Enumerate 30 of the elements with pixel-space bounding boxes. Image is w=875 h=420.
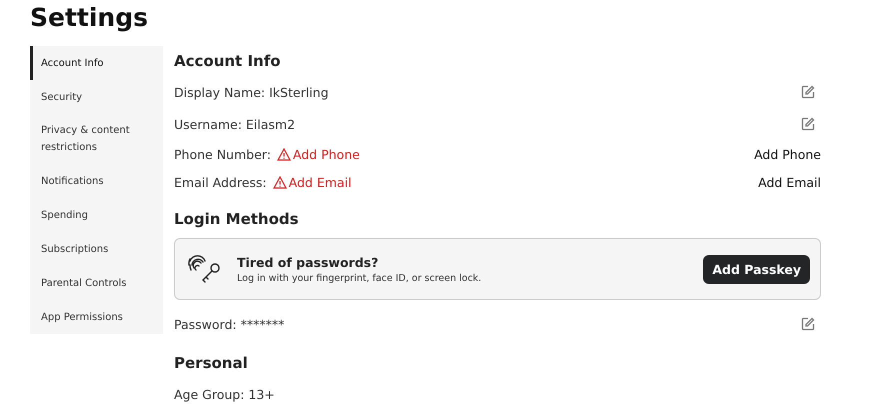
field-label: Phone Number: xyxy=(174,146,271,162)
sidebar-item[interactable]: Subscriptions xyxy=(30,232,163,266)
sidebar-item[interactable]: Account Info xyxy=(30,46,163,80)
add-passkey-button[interactable]: Add Passkey xyxy=(703,254,810,284)
passkey-title: Tired of passwords? xyxy=(237,254,380,270)
missing-warning: Add Email xyxy=(272,174,352,190)
warning-icon xyxy=(272,176,287,188)
section-heading: Personal xyxy=(174,353,249,374)
sidebar-item[interactable]: Notifications xyxy=(30,164,163,198)
field-text: Password: ******* xyxy=(174,316,284,332)
field-text: Username: Eilasm2 xyxy=(174,116,296,132)
field-text: Display Name: IkSterling xyxy=(174,84,329,100)
page-title: Settings xyxy=(29,2,150,34)
edit-icon[interactable] xyxy=(801,317,815,331)
section-heading: Account Info xyxy=(174,51,282,72)
field-label: Email Address: xyxy=(174,174,267,190)
sidebar-item[interactable]: Security xyxy=(30,80,163,114)
sidebar-item[interactable]: Spending xyxy=(30,198,163,232)
sidebar-item[interactable]: Parental Controls xyxy=(30,266,163,300)
sidebar-item[interactable]: App Permissions xyxy=(30,300,163,334)
section-heading: Login Methods xyxy=(174,209,300,230)
edit-icon[interactable] xyxy=(801,117,815,131)
warning-icon xyxy=(276,148,291,160)
sidebar-item[interactable]: Privacy & content restrictions xyxy=(30,114,163,164)
field-text: Age Group: 13+ xyxy=(174,386,275,402)
add-link[interactable]: Add Email xyxy=(758,174,821,190)
missing-warning: Add Phone xyxy=(276,146,360,162)
add-link[interactable]: Add Phone xyxy=(754,146,821,162)
edit-icon[interactable] xyxy=(801,85,815,99)
passkey-description: Log in with your fingerprint, face ID, or screen lock. xyxy=(237,272,482,284)
